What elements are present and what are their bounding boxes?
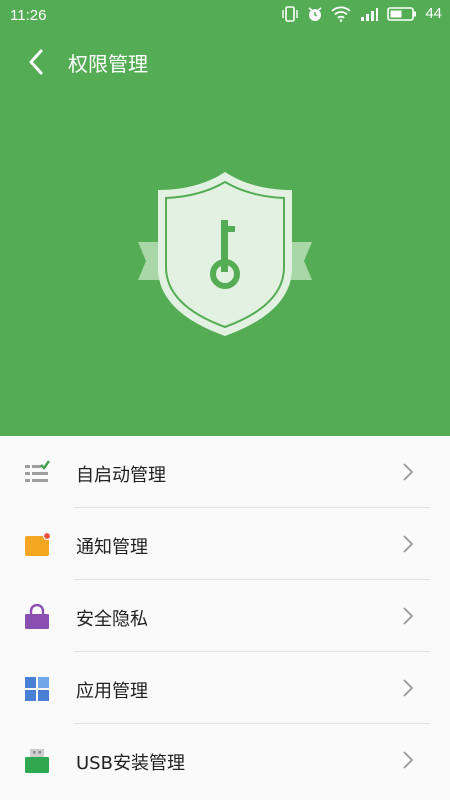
- alarm-icon: [307, 6, 323, 22]
- app-bar: 权限管理: [0, 32, 450, 92]
- menu-item-label: 应用管理: [76, 681, 148, 702]
- status-icons: 44: [281, 5, 442, 22]
- menu-list: 自启动管理 通知管理 安全隐私 应用管理 USB安装管理: [0, 436, 450, 796]
- menu-item-notifications[interactable]: 通知管理: [0, 508, 450, 580]
- chevron-right-icon: [402, 606, 414, 630]
- vibrate-icon: [281, 5, 299, 22]
- status-time: 11:26: [10, 7, 47, 24]
- wifi-icon: [331, 6, 351, 22]
- menu-item-label: 通知管理: [76, 537, 148, 558]
- battery-level: 44: [425, 5, 442, 22]
- menu-item-privacy[interactable]: 安全隐私: [0, 580, 450, 652]
- page-title: 权限管理: [68, 52, 148, 76]
- autostart-icon: [24, 460, 50, 486]
- menu-item-apps[interactable]: 应用管理: [0, 652, 450, 724]
- hero-banner: [0, 92, 450, 436]
- signal-icon: [359, 6, 379, 22]
- chevron-right-icon: [402, 462, 414, 486]
- battery-icon: [387, 6, 417, 22]
- menu-item-usb[interactable]: USB安装管理: [0, 724, 450, 796]
- chevron-right-icon: [402, 534, 414, 558]
- app-grid-icon: [24, 676, 50, 702]
- chevron-right-icon: [402, 678, 414, 702]
- back-button[interactable]: [18, 44, 54, 80]
- privacy-lock-icon: [24, 603, 50, 630]
- chevron-left-icon: [29, 49, 43, 75]
- menu-item-label: USB安装管理: [76, 753, 185, 774]
- chevron-right-icon: [402, 750, 414, 774]
- status-bar: 11:26 44: [0, 0, 450, 32]
- menu-item-label: 安全隐私: [76, 609, 148, 630]
- menu-item-label: 自启动管理: [76, 465, 166, 486]
- usb-icon: [24, 748, 50, 774]
- shield-key-icon: [138, 172, 312, 336]
- menu-item-autostart[interactable]: 自启动管理: [0, 436, 450, 508]
- notification-icon: [24, 531, 52, 558]
